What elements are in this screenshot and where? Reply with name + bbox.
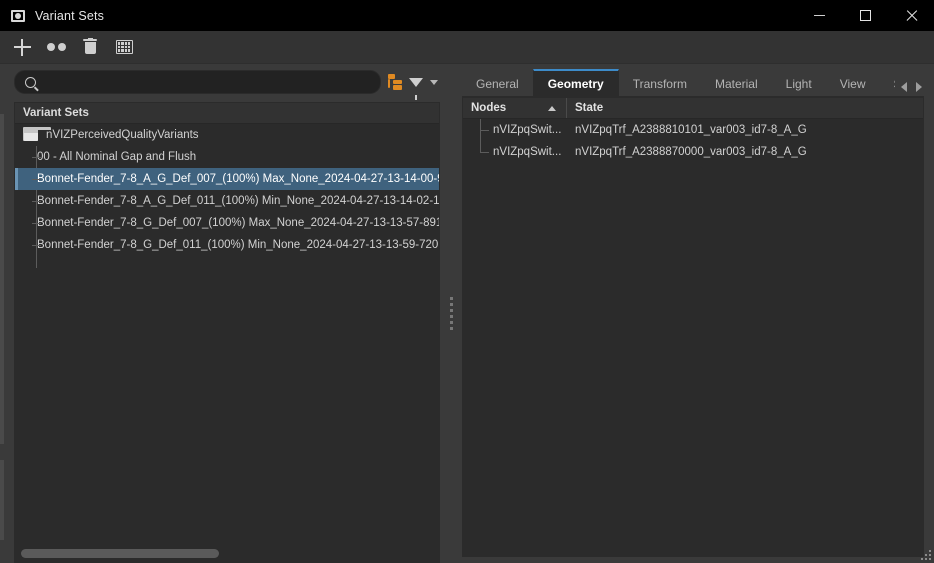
- tree-item-0[interactable]: 00 - All Nominal Gap and Flush: [15, 146, 439, 168]
- tree-item-2[interactable]: Bonnet-Fender_7-8_A_G_Def_011_(100%) Min…: [15, 190, 439, 212]
- window-title: Variant Sets: [35, 8, 104, 23]
- variant-matrix-button[interactable]: [108, 33, 140, 62]
- cell-nodes: nVIZpqSwit...: [493, 146, 562, 158]
- search-row: [14, 70, 440, 100]
- tab-label: Light: [785, 76, 812, 91]
- cell-state: nVIZpqTrf_A2388870000_var003_id7-8_A_G: [575, 146, 807, 158]
- tab-scroll-controls: [895, 82, 930, 96]
- close-button[interactable]: [888, 0, 934, 31]
- panel-splitter[interactable]: [440, 64, 462, 563]
- geometry-table: Nodes State nVIZpqSwit... nVIZpqTrf_A238…: [462, 97, 924, 557]
- search-box[interactable]: [14, 70, 381, 94]
- cell-nodes: nVIZpqSwit...: [493, 124, 562, 136]
- tree-item-label: Bonnet-Fender_7-8_G_Def_011_(100%) Min_N…: [37, 239, 439, 251]
- duplicate-variant-button[interactable]: [40, 33, 72, 62]
- tree-item-label: Bonnet-Fender_7-8_A_G_Def_011_(100%) Min…: [37, 195, 439, 207]
- column-header-label: Nodes: [471, 102, 507, 114]
- maximize-button[interactable]: [842, 0, 888, 31]
- variant-sets-panel: Variant Sets nVIZPerceivedQualityVariant…: [8, 64, 440, 563]
- dock-edge-strip: [0, 64, 8, 563]
- tree-item-3[interactable]: Bonnet-Fender_7-8_G_Def_007_(100%) Max_N…: [15, 212, 439, 234]
- tab-label: Transform: [632, 76, 687, 91]
- tab-view[interactable]: View: [826, 69, 880, 96]
- arrow-right-icon[interactable]: [916, 82, 923, 92]
- toolbar: [0, 31, 934, 64]
- maximize-icon: [859, 10, 871, 21]
- plus-icon: [13, 38, 31, 56]
- column-header-nodes[interactable]: Nodes: [463, 98, 567, 118]
- cell-state: nVIZpqTrf_A2388810101_var003_id7-8_A_G: [575, 124, 807, 136]
- tab-material[interactable]: Material: [701, 69, 772, 96]
- table-body: nVIZpqSwit... nVIZpqTrf_A2388810101_var0…: [463, 119, 923, 556]
- tree-root-label: nVIZPerceivedQualityVariants: [46, 129, 199, 141]
- tab-scene[interactable]: Scen: [879, 69, 895, 96]
- tree-root-item[interactable]: nVIZPerceivedQualityVariants: [15, 124, 439, 146]
- tab-label: View: [839, 76, 866, 91]
- tab-light[interactable]: Light: [772, 69, 826, 96]
- table-row[interactable]: nVIZpqSwit... nVIZpqTrf_A2388810101_var0…: [463, 119, 923, 141]
- window-resize-grip[interactable]: [917, 546, 931, 560]
- window-controls: [796, 0, 934, 31]
- variant-sets-tree: Variant Sets nVIZPerceivedQualityVariant…: [14, 102, 440, 563]
- tree-item-label: Bonnet-Fender_7-8_A_G_Def_007_(100%) Max…: [37, 173, 439, 185]
- tree-item-4[interactable]: Bonnet-Fender_7-8_G_Def_011_(100%) Min_N…: [15, 234, 439, 256]
- arrow-left-icon[interactable]: [901, 82, 908, 92]
- column-header-label: State: [575, 102, 604, 114]
- minimize-icon: [813, 15, 825, 16]
- grid-icon: [115, 40, 133, 54]
- add-variant-set-button[interactable]: [6, 33, 38, 62]
- scrollbar-thumb[interactable]: [21, 548, 219, 558]
- tree-column-header[interactable]: Variant Sets: [15, 103, 439, 124]
- filter-funnel-icon[interactable]: [409, 77, 423, 100]
- tab-transform[interactable]: Transform: [619, 69, 701, 96]
- minimize-button[interactable]: [796, 0, 842, 31]
- search-input[interactable]: [43, 74, 370, 90]
- trash-icon: [83, 37, 97, 55]
- folder-icon: [23, 127, 51, 141]
- tree-column-header-label: Variant Sets: [23, 107, 89, 119]
- tab-label: Geometry: [547, 76, 604, 91]
- tree-item-1[interactable]: Bonnet-Fender_7-8_A_G_Def_007_(100%) Max…: [15, 168, 439, 190]
- tab-label: Material: [714, 76, 758, 91]
- hierarchy-icon[interactable]: [387, 74, 403, 90]
- properties-panel: General Geometry Transform Material Ligh…: [462, 64, 934, 563]
- title-bar: Variant Sets: [0, 0, 934, 31]
- tab-geometry[interactable]: Geometry: [532, 69, 619, 96]
- table-row[interactable]: nVIZpqSwit... nVIZpqTrf_A2388870000_var0…: [463, 141, 923, 163]
- chevron-down-icon[interactable]: [430, 79, 438, 85]
- two-dots-icon: [46, 43, 66, 51]
- delete-variant-set-button[interactable]: [74, 33, 106, 62]
- column-header-state[interactable]: State: [567, 98, 923, 118]
- sort-ascending-icon: [548, 106, 556, 111]
- table-header: Nodes State: [463, 98, 923, 119]
- window-body: Variant Sets nVIZPerceivedQualityVariant…: [0, 64, 934, 563]
- scrollbar-track[interactable]: [21, 548, 433, 558]
- tree-item-label: 00 - All Nominal Gap and Flush: [37, 151, 197, 163]
- tab-label: General: [476, 76, 519, 91]
- close-icon: [905, 9, 918, 22]
- variant-sets-window: Variant Sets Variant Sets nVIZPerceivedQ…: [0, 0, 934, 563]
- tree-body: nVIZPerceivedQualityVariants 00 - All No…: [15, 124, 439, 544]
- tab-general[interactable]: General: [462, 69, 533, 96]
- tree-horizontal-scrollbar[interactable]: [15, 544, 439, 562]
- search-icon: [25, 76, 36, 88]
- variant-sets-icon: [10, 8, 26, 24]
- grip-dots-icon: [449, 297, 453, 330]
- properties-tabbar: General Geometry Transform Material Ligh…: [462, 69, 924, 97]
- tree-item-label: Bonnet-Fender_7-8_G_Def_007_(100%) Max_N…: [37, 217, 439, 229]
